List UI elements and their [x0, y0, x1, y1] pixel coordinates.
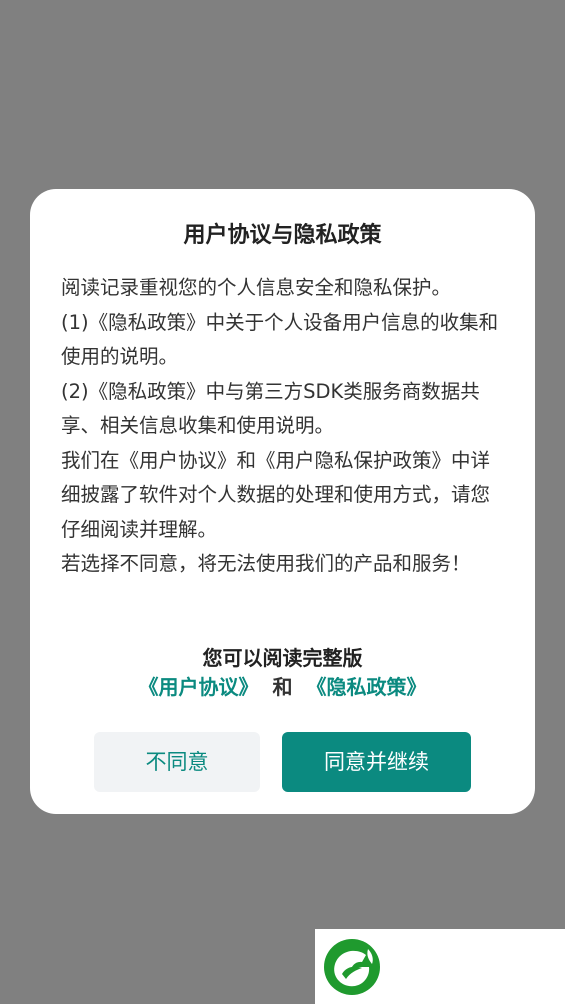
decline-button[interactable]: 不同意 — [94, 732, 260, 792]
app-logo-icon — [324, 939, 380, 995]
and-text: 和 — [272, 675, 293, 699]
agreement-links: 《用户协议》和《隐私政策》 — [30, 673, 535, 701]
privacy-dialog: 用户协议与隐私政策 阅读记录重视您的个人信息安全和隐私保护。 (1)《隐私政策》… — [30, 189, 535, 814]
logo-badge — [315, 929, 565, 1004]
dialog-title: 用户协议与隐私政策 — [183, 223, 382, 248]
read-full-version-text: 您可以阅读完整版 — [202, 646, 363, 670]
body-paragraph: (2)《隐私政策》中与第三方SDK类服务商数据共享、相关信息收集和使用说明。 — [61, 379, 480, 438]
user-agreement-link[interactable]: 《用户协议》 — [139, 675, 259, 699]
dialog-body: 阅读记录重视您的个人信息安全和隐私保护。 (1)《隐私政策》中关于个人设备用户信… — [61, 271, 507, 582]
body-paragraph: 我们在《用户协议》和《用户隐私保护政策》中详细披露了软件对个人数据的处理和使用方… — [61, 448, 491, 541]
body-paragraph: (1)《隐私政策》中关于个人设备用户信息的收集和使用的说明。 — [61, 310, 499, 369]
body-paragraph: 若选择不同意，将无法使用我们的产品和服务！ — [61, 552, 471, 575]
privacy-policy-link[interactable]: 《隐私政策》 — [307, 675, 427, 699]
accept-continue-button[interactable]: 同意并继续 — [282, 732, 471, 792]
body-paragraph: 阅读记录重视您的个人信息安全和隐私保护。 — [61, 276, 452, 299]
